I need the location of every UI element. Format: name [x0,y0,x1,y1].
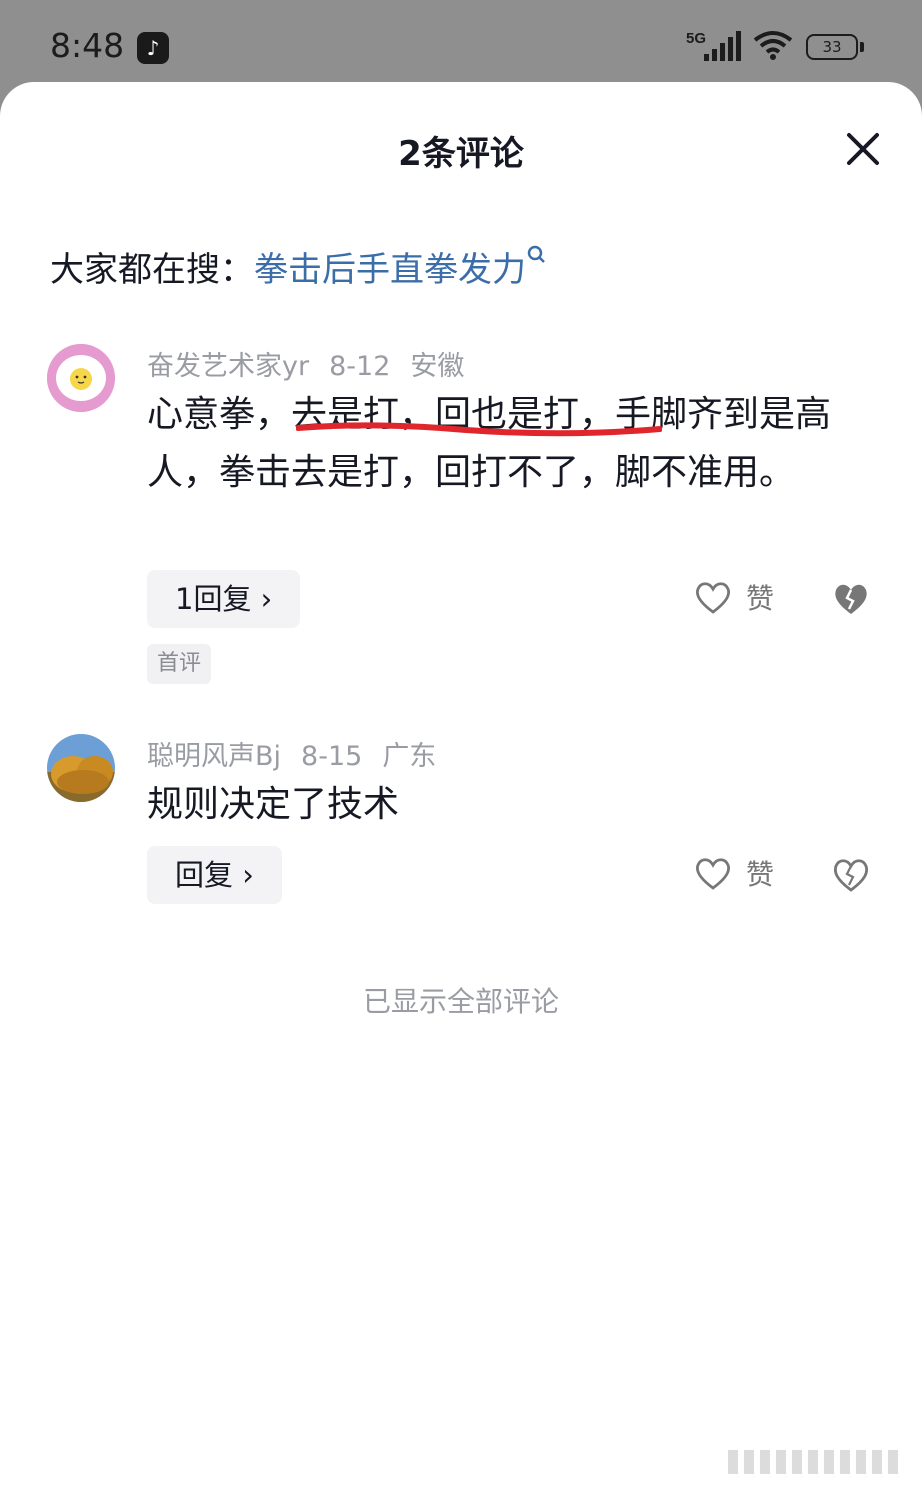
signal-5g-icon: 5G [686,30,741,61]
comment-location: 安徽 [410,351,465,382]
first-comment-badge: 首评 [147,644,212,684]
broken-heart-outline-icon[interactable] [832,855,870,895]
heart-outline-icon [695,858,731,890]
avatar[interactable] [47,344,115,412]
broken-heart-filled-icon[interactable] [832,579,870,619]
search-icon[interactable] [526,244,548,266]
watermark-bars [728,1450,898,1474]
reply-button[interactable]: 回复 › [147,846,282,904]
comment-count-title: 2条评论 [398,134,524,174]
red-underline-annotation [296,422,662,437]
comment-meta: 奋发艺术家yr 8-12 安徽 [147,344,484,383]
comment-sheet: 2条评论 大家都在搜：拳击后手直拳发力 奋发艺术家yr 8-12 安徽 心意拳，去是… [0,82,922,1505]
comment-meta: 聪明风声Bj 8-15 广东 [147,734,456,773]
battery-icon: 33 [806,34,858,60]
like-label: 赞 [746,858,775,891]
trending-search-keyword[interactable]: 拳击后手直拳发力 [254,250,526,290]
avatar[interactable] [47,734,115,802]
fried-egg-avatar-icon [47,344,115,412]
username[interactable]: 聪明风声Bj [147,741,281,772]
comment-text: 心意拳，去是打，回也是打，手脚齐到是高人，拳击去是打，回打不了，脚不准用。 [147,394,832,493]
close-icon[interactable] [840,126,886,172]
like-button[interactable]: 赞 [694,579,784,619]
comment-text: 规则决定了技术 [147,784,400,825]
comment-location: 广东 [382,741,437,772]
autumn-tree-avatar-icon [47,734,115,802]
svg-text:5G: 5G [686,30,706,47]
tiktok-notification-icon: ♪ [137,32,169,64]
username[interactable]: 奋发艺术家yr [147,351,309,382]
battery-tip [860,42,864,52]
wifi-icon [753,31,793,60]
view-replies-button[interactable]: 1回复 › [147,570,301,628]
comment-date: 8-15 [301,741,363,772]
clock: 8:48 [50,26,125,65]
like-label: 赞 [746,582,775,615]
heart-outline-icon [695,582,731,614]
trending-search: 大家都在搜：拳击后手直拳发力 [50,242,548,291]
trending-search-label: 大家都在搜： [50,250,254,290]
all-comments-shown-label: 已显示全部评论 [362,985,559,1018]
status-bar: 8:48 ♪ 5G 33 [0,0,922,92]
like-button[interactable]: 赞 [694,855,784,895]
comment-date: 8-12 [329,351,391,382]
